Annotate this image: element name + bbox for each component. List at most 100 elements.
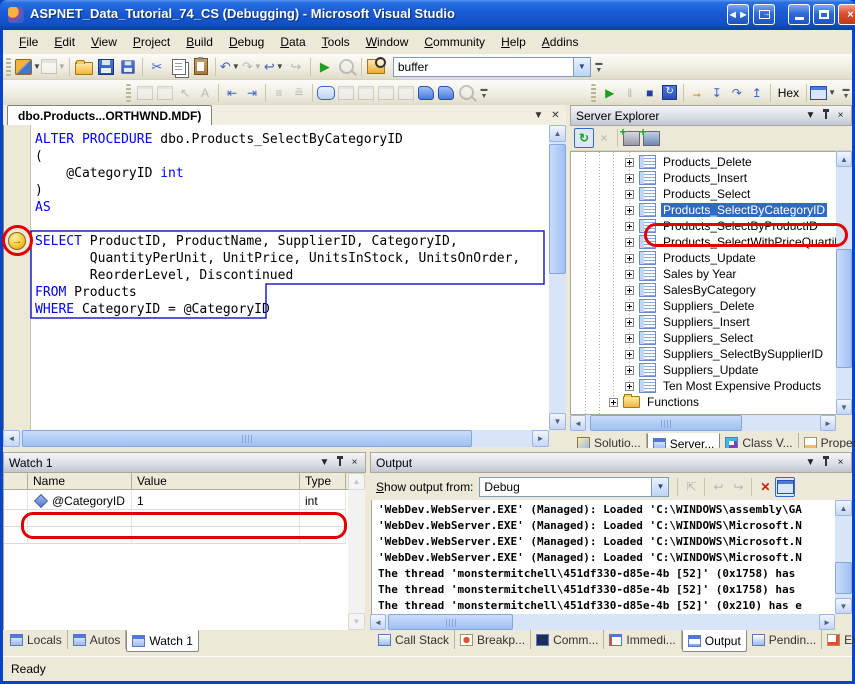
scrollbar-thumb[interactable] [836, 249, 852, 368]
menu-item-project[interactable]: Project [125, 32, 178, 52]
output-tab-breakp-[interactable]: Breakp... [455, 630, 531, 649]
scrollbar-thumb[interactable] [590, 415, 742, 431]
expand-plus-icon[interactable] [625, 238, 634, 247]
start-debug-button[interactable]: ▶ [314, 56, 336, 78]
scroll-left-icon[interactable]: ◄ [3, 430, 20, 447]
chevron-down-icon[interactable]: ▼ [276, 62, 284, 71]
continue-button[interactable]: ▶ [600, 83, 620, 103]
scroll-right-icon[interactable]: ► [820, 415, 836, 431]
toolbar-grip[interactable] [6, 58, 11, 76]
toolbar-overflow-button[interactable]: ▬▼ [840, 83, 852, 103]
minimize-button[interactable] [788, 4, 810, 25]
editor-tab[interactable]: dbo.Products...ORTHWND.MDF) [7, 105, 212, 125]
tree-item-products-selectbycategoryid[interactable]: Products_SelectByCategoryID [625, 202, 827, 218]
verify-sql-button[interactable] [456, 83, 476, 103]
query-shape-3-button[interactable] [376, 83, 396, 103]
save-all-button[interactable] [117, 56, 139, 78]
editor-horizontal-scrollbar[interactable]: ◄ ► [3, 430, 549, 447]
pin-icon[interactable] [818, 108, 833, 123]
scroll-right-icon[interactable]: ► [819, 614, 835, 630]
output-header[interactable]: Output ▼ × [370, 452, 852, 473]
tree-item-products-selectwithpricequartile[interactable]: Products_SelectWithPriceQuartile [625, 234, 836, 250]
editor-vertical-scrollbar[interactable]: ▲ ▼ [549, 125, 566, 430]
scroll-up-icon[interactable]: ▲ [549, 125, 566, 142]
expand-plus-icon[interactable] [625, 286, 634, 295]
previous-message-button[interactable]: ↩ [708, 477, 728, 497]
step-over-button[interactable]: ↷ [727, 83, 747, 103]
tree-horizontal-scrollbar[interactable]: ◄ ► [570, 415, 836, 431]
output-tab-immedi-[interactable]: Immedi... [604, 630, 681, 649]
tree-item-sales-by-year[interactable]: Sales by Year [625, 266, 738, 282]
scroll-down-icon[interactable]: ▼ [835, 598, 852, 614]
tree-item-products-update[interactable]: Products_Update [625, 250, 758, 266]
tree-vertical-scrollbar[interactable]: ▲ ▼ [836, 151, 852, 415]
scroll-down-icon[interactable]: ▼ [348, 613, 365, 630]
chevron-down-icon[interactable]: ▼ [232, 62, 240, 71]
navigate-back-button[interactable]: ↩▼ [263, 56, 285, 78]
find-in-files-button[interactable] [365, 56, 387, 78]
window-position-chevron-icon[interactable]: ▼ [317, 455, 332, 470]
cut-button[interactable]: ✂ [146, 56, 168, 78]
query-shape-4-button[interactable] [396, 83, 416, 103]
close-button[interactable]: × [838, 4, 855, 25]
chevron-down-icon[interactable]: ▼ [573, 58, 590, 76]
menu-item-view[interactable]: View [83, 32, 125, 52]
undock-window-button[interactable] [753, 4, 775, 25]
expand-plus-icon[interactable] [625, 254, 634, 263]
chevron-down-icon[interactable]: ▼ [828, 88, 836, 97]
add-item-button[interactable]: ▼ [41, 56, 66, 78]
show-criteria-pane-button[interactable] [155, 83, 175, 103]
step-into-button[interactable]: ↧ [707, 83, 727, 103]
pin-icon[interactable] [818, 455, 833, 470]
scrollbar-thumb[interactable] [388, 614, 513, 630]
copy-button[interactable] [168, 56, 190, 78]
chevron-down-icon[interactable]: ▼ [58, 62, 66, 71]
toolbar-overflow-button[interactable]: ▬▼ [593, 57, 605, 77]
expand-plus-icon[interactable] [625, 206, 634, 215]
add-join-button[interactable] [416, 83, 436, 103]
close-document-icon[interactable]: ✕ [548, 108, 563, 123]
tree-item-products-insert[interactable]: Products_Insert [625, 170, 749, 186]
menu-item-addins[interactable]: Addins [534, 32, 587, 52]
show-next-statement-button[interactable]: → [687, 83, 707, 103]
server-explorer-header[interactable]: Server Explorer ▼ × [570, 105, 852, 126]
expand-plus-icon[interactable] [625, 270, 634, 279]
output-tab-call-stack[interactable]: Call Stack [373, 630, 455, 649]
open-file-button[interactable] [73, 56, 95, 78]
show-diagram-pane-button[interactable] [135, 83, 155, 103]
output-window-button[interactable]: ▼ [810, 83, 836, 103]
server-explorer-tree[interactable]: Products_DeleteProducts_InsertProducts_S… [570, 151, 836, 415]
query-shape-2-button[interactable] [356, 83, 376, 103]
tree-item-suppliers-delete[interactable]: Suppliers_Delete [625, 298, 756, 314]
toolbar-overflow-button[interactable]: ▬▼ [478, 83, 490, 103]
watch-empty-row[interactable] [4, 509, 346, 527]
watch-row[interactable]: @CategoryID1int [4, 492, 346, 510]
scroll-up-icon[interactable]: ▲ [835, 500, 852, 516]
refresh-button[interactable]: ↻ [574, 128, 594, 148]
menu-item-file[interactable]: File [11, 32, 46, 52]
redo-button[interactable]: ↷▼ [241, 56, 263, 78]
menu-item-debug[interactable]: Debug [221, 32, 272, 52]
dock-arrows-button[interactable]: ◄► [727, 4, 749, 25]
output-tab-comm-[interactable]: Comm... [531, 630, 604, 649]
debug-tab-watch-1[interactable]: Watch 1 [126, 630, 199, 652]
output-tab-error-list[interactable]: Error List [822, 630, 855, 649]
tree-item-salesbycategory[interactable]: SalesByCategory [625, 282, 758, 298]
toolbar-grip[interactable] [126, 84, 131, 102]
tree-item-products-selectbyproductid[interactable]: Products_SelectByProductID [625, 218, 820, 234]
tree-item-suppliers-insert[interactable]: Suppliers_Insert [625, 314, 752, 330]
scroll-left-icon[interactable]: ◄ [570, 415, 586, 431]
search-combobox[interactable]: buffer ▼ [393, 57, 591, 77]
tree-item-ten-most-expensive-products[interactable]: Ten Most Expensive Products [625, 378, 823, 394]
remove-join-button[interactable] [436, 83, 456, 103]
close-icon[interactable]: × [833, 455, 848, 470]
scrollbar-thumb[interactable] [22, 430, 472, 447]
menu-item-tools[interactable]: Tools [314, 32, 358, 52]
close-icon[interactable]: × [347, 455, 362, 470]
expand-plus-icon[interactable] [625, 174, 634, 183]
indent-button[interactable]: ⇥ [242, 83, 262, 103]
output-source-combobox[interactable]: Debug ▼ [479, 477, 669, 497]
watch-header[interactable]: Watch 1 ▼ × [3, 452, 366, 473]
expand-plus-icon[interactable] [625, 334, 634, 343]
tree-item-suppliers-select[interactable]: Suppliers_Select [625, 330, 755, 346]
